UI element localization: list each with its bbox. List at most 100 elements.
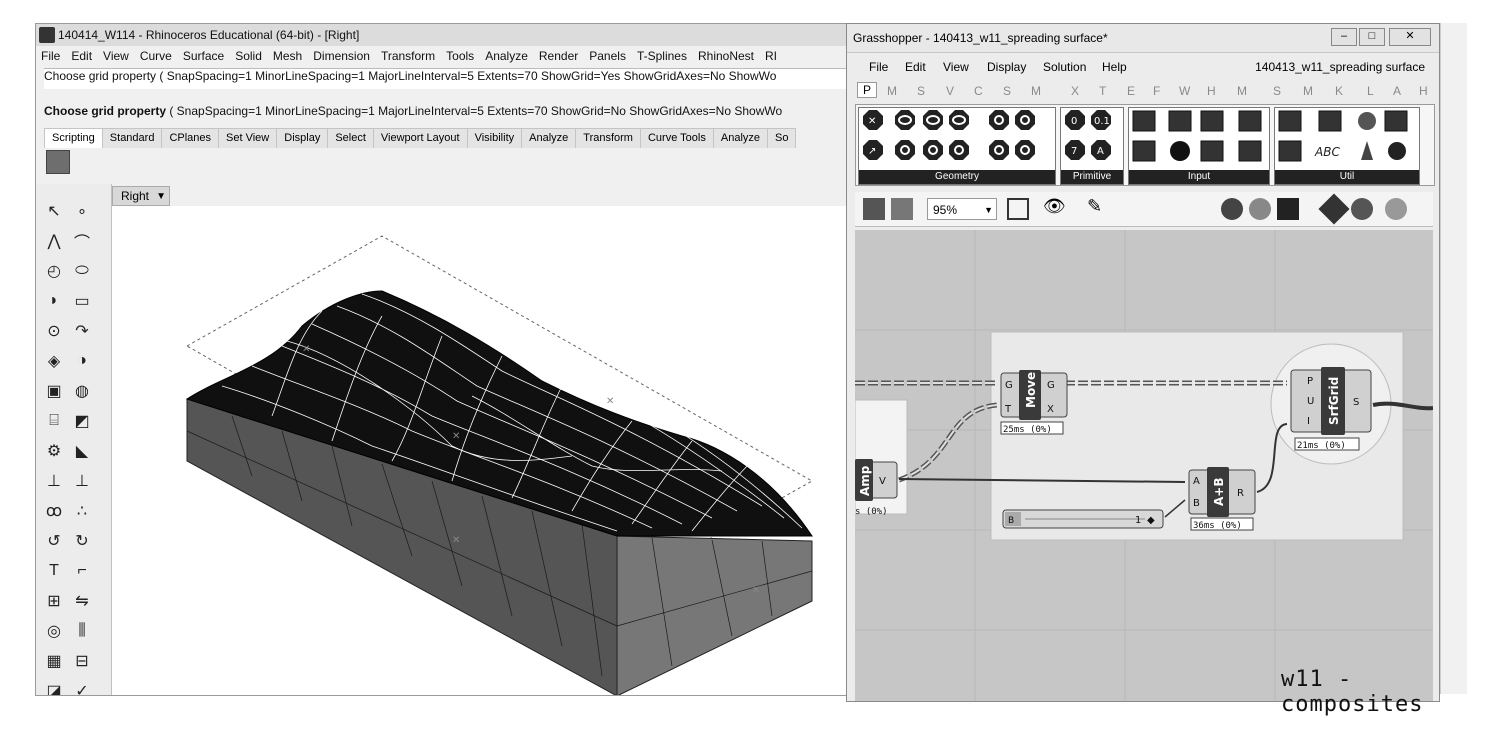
sketch-icon[interactable]: ✎ bbox=[1087, 196, 1102, 217]
tab-analyze-2[interactable]: Analyze bbox=[712, 128, 769, 148]
tab-set-view[interactable]: Set View bbox=[218, 128, 278, 148]
menu-tsplines[interactable]: T-Splines bbox=[637, 49, 687, 63]
close-icon[interactable]: ✕ bbox=[1389, 28, 1431, 46]
gh-canvas[interactable]: G T G X Move 25ms (0%) P U I S SrfGrid 2… bbox=[855, 230, 1433, 701]
menu-surface[interactable]: Surface bbox=[183, 49, 224, 63]
tab-analyze[interactable]: Analyze bbox=[521, 128, 577, 148]
viewport[interactable]: ✕ ✕ ✕ ✕ ✕ bbox=[112, 206, 848, 695]
tab-visibility[interactable]: Visibility bbox=[466, 128, 523, 148]
zoom-extents-icon[interactable] bbox=[1007, 198, 1029, 220]
save-file-icon[interactable] bbox=[891, 198, 913, 220]
eye-icon[interactable]: 👁 bbox=[1043, 196, 1066, 217]
gh-tab-transform[interactable]: T bbox=[1099, 84, 1106, 98]
mesh-icon[interactable]: ◩ bbox=[70, 409, 94, 433]
gh-tab-a[interactable]: A bbox=[1393, 84, 1401, 98]
rectangle-icon[interactable]: ▭ bbox=[70, 289, 94, 313]
menu-view[interactable]: View bbox=[103, 49, 129, 63]
curve-icon[interactable]: ⌒ bbox=[70, 229, 94, 253]
rhino-right-panel[interactable] bbox=[1440, 23, 1467, 694]
gh-menu-edit[interactable]: Edit bbox=[905, 60, 926, 74]
gh-tab-k[interactable]: K bbox=[1335, 84, 1343, 98]
gear-icon[interactable]: ⚙ bbox=[42, 439, 66, 463]
gh-tab-params[interactable]: P bbox=[857, 82, 878, 98]
menu-file[interactable]: File bbox=[41, 49, 60, 63]
menu-transform[interactable]: Transform bbox=[381, 49, 435, 63]
gh-tab-maths[interactable]: M bbox=[887, 84, 897, 98]
layout-icon[interactable]: ⊟ bbox=[70, 649, 94, 673]
text-icon[interactable]: T bbox=[42, 559, 66, 583]
open-file-icon[interactable] bbox=[863, 198, 885, 220]
display-mode-icon[interactable] bbox=[1351, 198, 1373, 220]
tab-standard[interactable]: Standard bbox=[101, 128, 163, 148]
gh-tab-l[interactable]: L bbox=[1367, 84, 1374, 98]
bake-icon[interactable] bbox=[1318, 193, 1350, 225]
orient-icon[interactable]: ↻ bbox=[70, 529, 94, 553]
primitive-component-icons[interactable]: 0 0.1 7 A bbox=[1061, 108, 1123, 168]
chevron-down-icon[interactable]: ▼ bbox=[156, 188, 166, 206]
tab-cplanes[interactable]: CPlanes bbox=[161, 128, 220, 148]
gh-tab-e[interactable]: E bbox=[1127, 84, 1135, 98]
tab-scripting[interactable]: Scripting bbox=[44, 128, 103, 148]
gh-tab-h2[interactable]: H bbox=[1419, 84, 1428, 98]
minimize-icon[interactable]: – bbox=[1331, 28, 1357, 46]
viewport-tab[interactable]: Right ▼ bbox=[112, 186, 171, 206]
gh-menu-display[interactable]: Display bbox=[987, 60, 1026, 74]
check-icon[interactable]: ✓ bbox=[70, 679, 94, 695]
array-icon[interactable]: ⊞ bbox=[42, 589, 66, 613]
sphere-preview-icon[interactable] bbox=[1385, 198, 1407, 220]
transform-icon[interactable]: ◣ bbox=[70, 439, 94, 463]
render-icon[interactable]: ◎ bbox=[42, 619, 66, 643]
fillet-icon[interactable]: ↷ bbox=[70, 319, 94, 343]
util-component-icons[interactable]: ABC bbox=[1275, 108, 1419, 168]
surface-icon[interactable]: ◈ bbox=[42, 349, 66, 373]
gh-menu-solution[interactable]: Solution bbox=[1043, 60, 1086, 74]
ellipse-icon[interactable]: ⬭ bbox=[70, 259, 94, 283]
preview-selected-icon[interactable] bbox=[1277, 198, 1299, 220]
tab-display[interactable]: Display bbox=[276, 128, 329, 148]
polygon-icon[interactable]: ⊙ bbox=[42, 319, 66, 343]
circle-icon[interactable]: ◴ bbox=[42, 259, 66, 283]
arc-icon[interactable]: ◗ bbox=[42, 289, 66, 313]
gh-tab-f[interactable]: F bbox=[1153, 84, 1160, 98]
menu-solid[interactable]: Solid bbox=[235, 49, 262, 63]
preview-wire-icon[interactable] bbox=[1221, 198, 1243, 220]
loft-icon[interactable]: ◑ bbox=[70, 349, 94, 373]
cylinder-icon[interactable]: ⌸ bbox=[42, 409, 66, 433]
input-component-icons[interactable] bbox=[1129, 108, 1269, 168]
sphere-icon[interactable]: ◍ bbox=[70, 379, 94, 403]
gh-tab-vector[interactable]: V bbox=[946, 84, 954, 98]
menu-analyze[interactable]: Analyze bbox=[485, 49, 528, 63]
menu-mesh[interactable]: Mesh bbox=[273, 49, 302, 63]
menu-tools[interactable]: Tools bbox=[446, 49, 474, 63]
gh-tab-h[interactable]: H bbox=[1207, 84, 1216, 98]
gh-tab-surface[interactable]: S bbox=[1003, 84, 1011, 98]
rotate-icon[interactable]: ↺ bbox=[42, 529, 66, 553]
gh-tab-s2[interactable]: S bbox=[1273, 84, 1281, 98]
gh-tab-m3[interactable]: M bbox=[1303, 84, 1313, 98]
menu-curve[interactable]: Curve bbox=[140, 49, 172, 63]
geometry-component-icons[interactable]: ✕↗ bbox=[859, 108, 1055, 168]
menu-rhinonest[interactable]: RhinoNest bbox=[698, 49, 754, 63]
gh-tab-mesh[interactable]: M bbox=[1031, 84, 1041, 98]
gh-tab-sets[interactable]: S bbox=[917, 84, 925, 98]
maximize-icon[interactable]: □ bbox=[1359, 28, 1385, 46]
tab-viewport-layout[interactable]: Viewport Layout bbox=[372, 128, 468, 148]
analysis-icon[interactable]: ◪ bbox=[42, 679, 66, 695]
light-icon[interactable]: ⫼ bbox=[70, 619, 94, 643]
menu-edit[interactable]: Edit bbox=[71, 49, 92, 63]
grasshopper-launch-icon[interactable] bbox=[46, 150, 70, 174]
group-icon[interactable]: ∴ bbox=[70, 499, 94, 523]
polyline-icon[interactable]: ⋀ bbox=[42, 229, 66, 253]
gh-menu-file[interactable]: File bbox=[869, 60, 888, 74]
mirror-icon[interactable]: ⇋ bbox=[70, 589, 94, 613]
menu-more[interactable]: RI bbox=[765, 49, 777, 63]
trim-icon[interactable]: ⊥ bbox=[70, 469, 94, 493]
gh-tab-curve[interactable]: C bbox=[974, 84, 983, 98]
gh-menu-help[interactable]: Help bbox=[1102, 60, 1127, 74]
point-icon[interactable]: ∘ bbox=[70, 199, 94, 223]
gh-menu-view[interactable]: View bbox=[943, 60, 969, 74]
preview-shaded-icon[interactable] bbox=[1249, 198, 1271, 220]
gh-tab-intersect[interactable]: X bbox=[1071, 84, 1079, 98]
split-icon[interactable]: ⊥ bbox=[42, 469, 66, 493]
menu-render[interactable]: Render bbox=[539, 49, 578, 63]
